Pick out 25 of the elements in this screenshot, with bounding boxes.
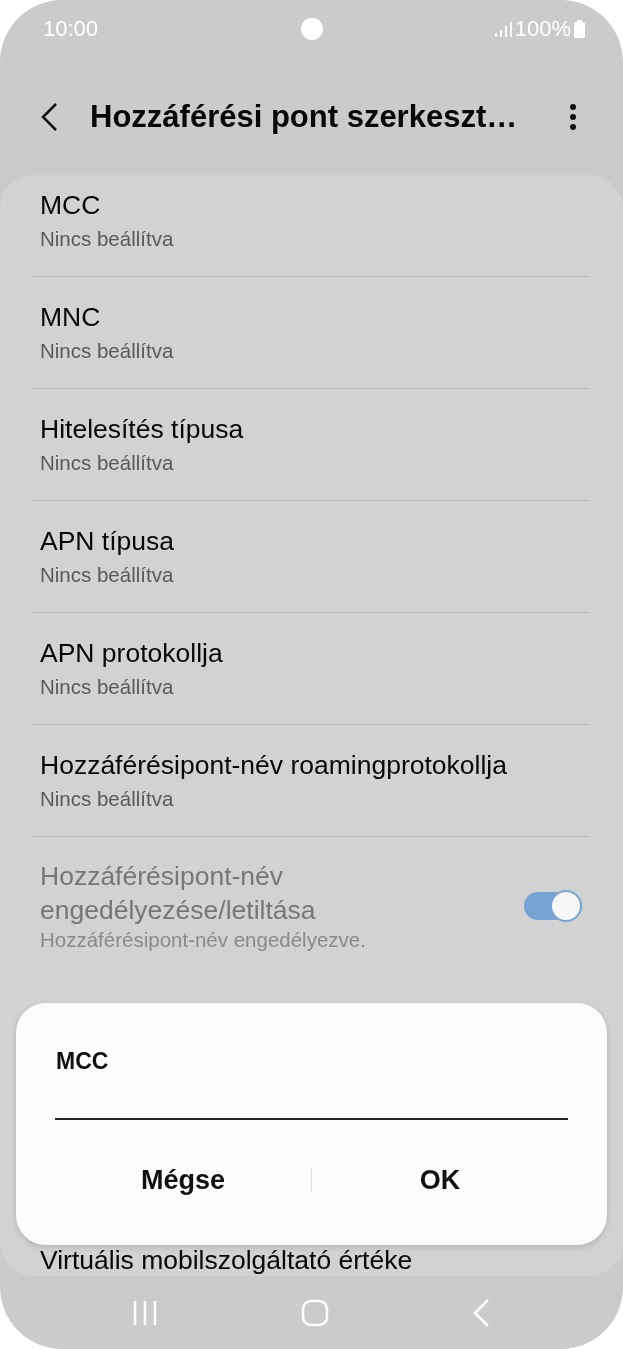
setting-value: Nincs beállítva (40, 562, 175, 588)
setting-value: Nincs beállítva (40, 338, 175, 364)
setting-title: APN típusa (40, 525, 176, 557)
setting-value: Nincs beállítva (40, 226, 175, 252)
recent-apps-button[interactable] (131, 1298, 158, 1327)
setting-value: Nincs beállítva (40, 674, 175, 700)
setting-title: MCC (40, 189, 102, 221)
setting-title: Hozzáférésipont-név engedélyezése/letiltása (40, 860, 317, 927)
setting-value: Hozzáférésipont-név engedélyezve. (40, 927, 367, 953)
setting-title: MNC (40, 301, 102, 333)
camera-icon (301, 18, 323, 40)
setting-value: Nincs beállítva (40, 450, 175, 476)
cancel-button[interactable]: Mégse (55, 1156, 311, 1204)
setting-title: Virtuális mobilszolgáltató értéke (40, 1246, 414, 1274)
setting-title: Hozzáférésipont-név roamingprotokollja (40, 749, 508, 781)
battery-icon (574, 20, 585, 38)
ok-button[interactable]: OK (312, 1156, 568, 1204)
signal-icon (493, 21, 512, 37)
setting-value: Nincs beállítva (40, 786, 175, 812)
home-button[interactable] (300, 1298, 329, 1327)
setting-title: APN protokollja (40, 637, 224, 669)
screen-title: Hozzáférési pont szerkeszt… (90, 98, 519, 135)
setting-title: Hitelesítés típusa (40, 413, 245, 445)
dialog-title: MCC (55, 1047, 110, 1076)
more-options-button[interactable] (569, 102, 577, 131)
